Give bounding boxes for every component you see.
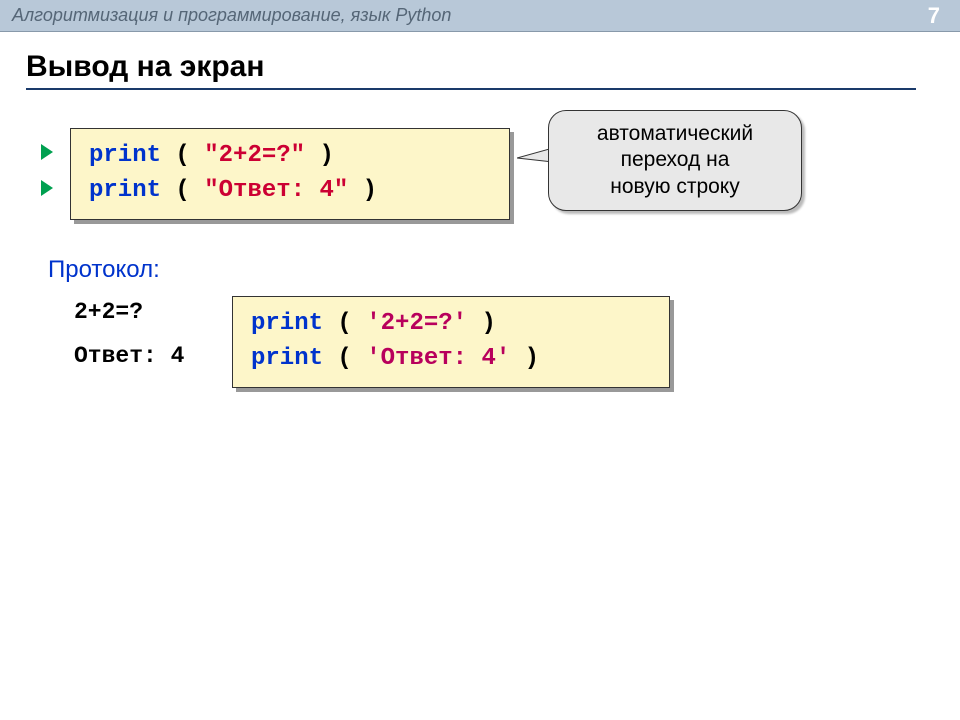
keyword: print	[251, 310, 323, 337]
paren-close: )	[510, 345, 539, 372]
paren-close: )	[467, 310, 496, 337]
code-line: print ( '2+2=?' )	[251, 307, 651, 342]
protocol-label: Протокол:	[48, 256, 184, 284]
protocol-section: Протокол: 2+2=? Ответ: 4	[48, 256, 184, 387]
slide-header: Алгоритмизация и программирование, язык …	[0, 0, 960, 32]
code-line: print ( "2+2=?" )	[89, 139, 491, 174]
paren-open: (	[161, 177, 204, 204]
callout-text: новую строку	[561, 174, 789, 200]
string-literal: "Ответ: 4"	[204, 177, 348, 204]
output-line: Ответ: 4	[74, 343, 184, 369]
code-block-single-quotes: print ( '2+2=?' ) print ( 'Ответ: 4' )	[232, 296, 670, 388]
keyword: print	[89, 142, 161, 169]
page-number: 7	[928, 3, 940, 29]
string-literal: 'Ответ: 4'	[366, 345, 510, 372]
callout-bubble: автоматический переход на новую строку	[548, 110, 802, 211]
page-title: Вывод на экран	[26, 50, 916, 90]
string-literal: "2+2=?"	[204, 142, 305, 169]
paren-open: (	[161, 142, 204, 169]
paren-open: (	[323, 345, 366, 372]
code-line: print ( "Ответ: 4" )	[89, 174, 491, 209]
string-literal: '2+2=?'	[366, 310, 467, 337]
code-block-double-quotes: print ( "2+2=?" ) print ( "Ответ: 4" )	[70, 128, 510, 220]
bullet-icon	[41, 180, 53, 196]
bullet-icon	[41, 144, 53, 160]
code-line: print ( 'Ответ: 4' )	[251, 342, 651, 377]
keyword: print	[89, 177, 161, 204]
callout-text: переход на	[561, 147, 789, 173]
paren-close: )	[348, 177, 377, 204]
slide-content: print ( "2+2=?" ) print ( "Ответ: 4" ) а…	[0, 98, 960, 128]
paren-close: )	[305, 142, 334, 169]
callout-text: автоматический	[561, 121, 789, 147]
header-title: Алгоритмизация и программирование, язык …	[12, 5, 451, 26]
keyword: print	[251, 345, 323, 372]
paren-open: (	[323, 310, 366, 337]
output-line: 2+2=?	[74, 299, 184, 325]
